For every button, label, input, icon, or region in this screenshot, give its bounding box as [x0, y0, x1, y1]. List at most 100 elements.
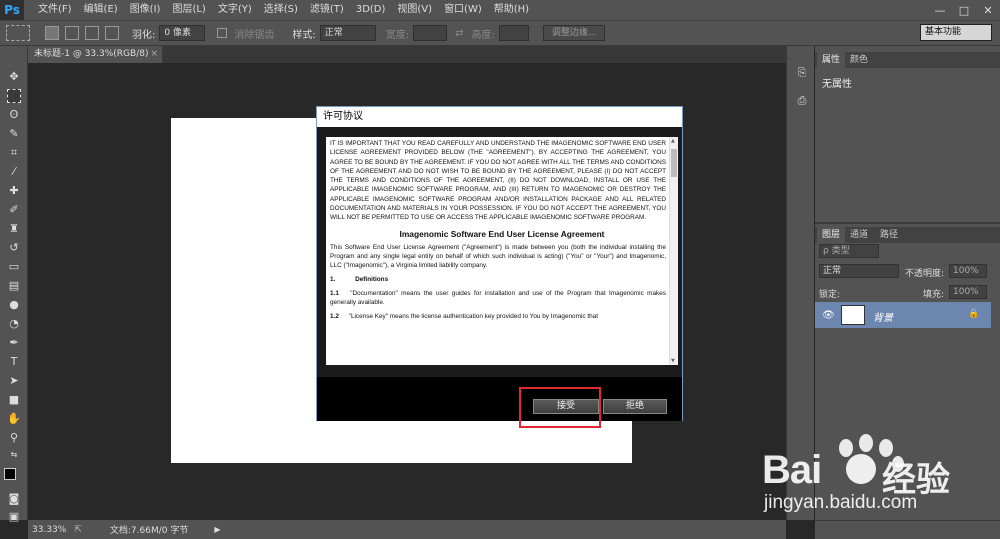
- definition-1-1: 1.1 "Documentation" means the user guide…: [326, 289, 678, 307]
- lock-label: 锁定:: [819, 290, 841, 300]
- license-dialog: 许可协议 IT IS IMPORTANT THAT YOU READ CAREF…: [316, 106, 683, 421]
- minimize-button[interactable]: —: [929, 2, 951, 18]
- brush-tool-icon[interactable]: ✐: [7, 203, 21, 217]
- intersect-selection-icon[interactable]: [105, 26, 119, 40]
- license-heading: Imagenomic Software End User License Agr…: [399, 228, 605, 239]
- healing-brush-tool-icon[interactable]: ✚: [7, 184, 21, 198]
- dodge-tool-icon[interactable]: ◔: [7, 317, 21, 331]
- menu-filter[interactable]: 滤镜(T): [304, 0, 350, 20]
- tools-panel: ✥ ʘ ✎ ⌗ ⁄ ✚ ✐ ♜ ↺ ▭ ▤ ● ◔ ✒ T ➤ ■ ✋ ⚲ ⇆ …: [0, 46, 28, 523]
- crop-tool-icon[interactable]: ⌗: [7, 146, 21, 160]
- photoshop-window: Ps 文件(F) 编辑(E) 图像(I) 图层(L) 文字(Y) 选择(S) 滤…: [0, 0, 1000, 539]
- license-text-area[interactable]: IT IS IMPORTANT THAT YOU READ CAREFULLY …: [326, 137, 678, 365]
- definition-1-1-text: "Documentation" means the user guides fo…: [330, 289, 666, 306]
- antialias-checkbox[interactable]: [217, 28, 228, 38]
- blend-mode-select[interactable]: 正常: [819, 264, 899, 278]
- definition-1-2: 1.2 "License Key" means the license auth…: [326, 312, 678, 321]
- menu-help[interactable]: 帮助(H): [488, 0, 535, 20]
- style-label: 样式:: [292, 29, 316, 41]
- rectangle-tool-icon[interactable]: ■: [7, 393, 21, 407]
- refine-edge-button[interactable]: 调整边缘...: [542, 25, 606, 41]
- antialias-label: 消除锯齿: [234, 29, 275, 41]
- close-tab-icon[interactable]: ×: [150, 46, 158, 63]
- section-1-heading: 1. Definitions: [326, 275, 678, 284]
- workspace-select[interactable]: 基本功能: [920, 24, 992, 41]
- layer-thumbnail: [841, 305, 865, 325]
- swap-icon[interactable]: ⇄: [455, 28, 463, 39]
- export-icon[interactable]: ⇱: [74, 525, 82, 535]
- scroll-down-arrow-icon[interactable]: ▼: [671, 358, 675, 364]
- new-selection-icon[interactable]: [45, 26, 59, 40]
- menu-layer[interactable]: 图层(L): [166, 0, 211, 20]
- tool-presets-panel-icon[interactable]: ⎙: [795, 94, 809, 108]
- history-brush-tool-icon[interactable]: ↺: [7, 241, 21, 255]
- height-input[interactable]: [498, 25, 529, 41]
- tab-paths[interactable]: 路径: [875, 227, 903, 243]
- blur-tool-icon[interactable]: ●: [7, 298, 21, 312]
- visibility-eye-icon[interactable]: 👁: [822, 310, 835, 321]
- pen-tool-icon[interactable]: ✒: [7, 336, 21, 350]
- tab-layers[interactable]: 图层: [817, 227, 846, 243]
- menu-bar: Ps 文件(F) 编辑(E) 图像(I) 图层(L) 文字(Y) 选择(S) 滤…: [0, 0, 1000, 20]
- marquee-tool-icon[interactable]: [7, 89, 21, 103]
- eyedropper-tool-icon[interactable]: ⁄: [7, 165, 21, 179]
- width-input[interactable]: [413, 25, 448, 41]
- scroll-up-arrow-icon[interactable]: ▲: [671, 138, 675, 144]
- reject-button[interactable]: 拒绝: [603, 399, 667, 414]
- layer-kind-filter[interactable]: ρ 类型: [819, 244, 879, 258]
- history-panel-icon[interactable]: ⎘: [795, 66, 809, 80]
- opacity-label: 不透明度:: [905, 269, 945, 279]
- document-tab-title: 未标题-1 @ 33.3%(RGB/8): [34, 49, 149, 59]
- gradient-tool-icon[interactable]: ▤: [7, 279, 21, 293]
- move-tool-icon[interactable]: ✥: [7, 70, 21, 84]
- baidu-jingyan-watermark: Bai 经验 jingyan.baidu.com: [762, 430, 995, 530]
- paw-pad-icon: [846, 454, 876, 484]
- feather-input[interactable]: 0 像素: [159, 25, 206, 41]
- marquee-preset-icon[interactable]: [6, 25, 30, 41]
- zoom-tool-icon[interactable]: ⚲: [7, 431, 21, 445]
- menu-3d[interactable]: 3D(D): [350, 0, 392, 20]
- screen-mode-icon[interactable]: ▣: [7, 510, 21, 524]
- menu-type[interactable]: 文字(Y): [212, 0, 258, 20]
- quick-select-tool-icon[interactable]: ✎: [7, 127, 21, 141]
- swap-colors-icon[interactable]: ⇆: [7, 448, 21, 462]
- menu-image[interactable]: 图像(I): [124, 0, 167, 20]
- subtract-selection-icon[interactable]: [85, 26, 99, 40]
- quick-mask-icon[interactable]: ◙: [7, 492, 21, 506]
- panel-divider: [815, 222, 1000, 224]
- foreground-color-swatch[interactable]: [4, 468, 16, 480]
- eraser-tool-icon[interactable]: ▭: [7, 260, 21, 274]
- tab-channels[interactable]: 通道: [845, 227, 873, 243]
- close-window-button[interactable]: ✕: [977, 2, 999, 18]
- menu-window[interactable]: 窗口(W): [438, 0, 488, 20]
- document-info: 文档:7.66M/0 字节: [109, 526, 189, 536]
- feather-label: 羽化:: [132, 29, 156, 41]
- tab-properties[interactable]: 属性: [817, 52, 846, 68]
- ps-logo: Ps: [0, 0, 24, 20]
- add-selection-icon[interactable]: [65, 26, 79, 40]
- hand-tool-icon[interactable]: ✋: [7, 412, 21, 426]
- width-label: 宽度:: [385, 29, 410, 41]
- menu-edit[interactable]: 编辑(E): [78, 0, 124, 20]
- type-tool-icon[interactable]: T: [7, 355, 21, 369]
- scrollbar-thumb[interactable]: [671, 149, 677, 177]
- tab-color[interactable]: 颜色: [845, 52, 873, 68]
- license-scrollbar[interactable]: ▲ ▼: [669, 137, 678, 365]
- status-menu-arrow-icon[interactable]: ▶: [214, 525, 220, 534]
- menu-select[interactable]: 选择(S): [258, 0, 304, 20]
- document-tab[interactable]: 未标题-1 @ 33.3%(RGB/8) ×: [28, 46, 162, 63]
- menu-file[interactable]: 文件(F): [32, 0, 78, 20]
- section-1-title: Definitions: [355, 275, 389, 283]
- lasso-tool-icon[interactable]: ʘ: [7, 108, 21, 122]
- layer-name[interactable]: 背景: [873, 309, 893, 324]
- menu-view[interactable]: 视图(V): [391, 0, 438, 20]
- style-select[interactable]: 正常: [319, 25, 376, 41]
- dialog-title: 许可协议: [317, 107, 682, 127]
- window-controls: — □ ✕: [928, 0, 1000, 20]
- clone-stamp-tool-icon[interactable]: ♜: [7, 222, 21, 236]
- opacity-input[interactable]: 100%: [949, 264, 987, 278]
- fill-input[interactable]: 100%: [949, 285, 987, 299]
- maximize-button[interactable]: □: [953, 2, 975, 18]
- path-select-tool-icon[interactable]: ➤: [7, 374, 21, 388]
- zoom-level[interactable]: 33.33%: [32, 525, 66, 535]
